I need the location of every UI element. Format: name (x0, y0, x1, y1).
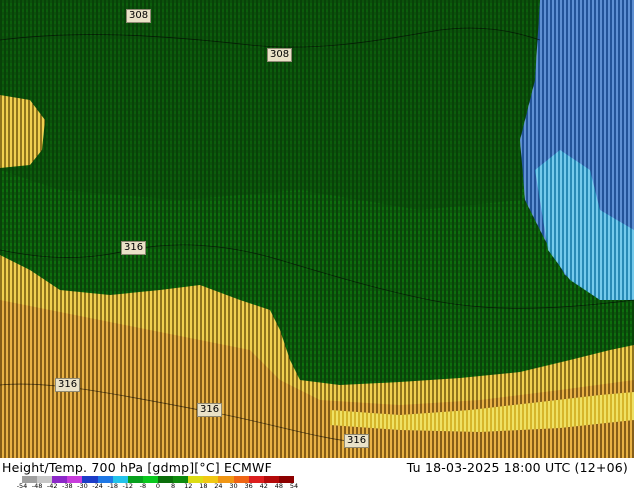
map-title: Height/Temp. 700 hPa [gdmp][°C] ECMWF (2, 460, 272, 475)
colorbar-tick-label: 24 (214, 482, 223, 490)
contour-label: 308 (126, 9, 152, 23)
contour-label: 316 (55, 378, 81, 392)
colorbar-tick-label: 36 (244, 482, 253, 490)
colorbar-tick-label: -18 (107, 482, 118, 490)
colorbar-tick-label: 0 (155, 482, 161, 490)
contour-label: 308 (267, 48, 293, 62)
colorbar-tick-label: 42 (259, 482, 268, 490)
colorbar-tick-label: -30 (77, 482, 88, 490)
colorbar-tick-label: 54 (289, 482, 299, 490)
contour-label: 316 (197, 403, 223, 417)
colorbar-tick-label: 12 (184, 482, 193, 490)
contour-label: 316 (344, 434, 370, 448)
weather-map: 308 308 316 316 316 316 (0, 0, 634, 458)
colorbar-tick-label: 8 (171, 482, 176, 490)
colorbar-tick-label: -48 (31, 482, 43, 490)
dark-green-band (0, 0, 560, 210)
colorbar-tick-label: -8 (139, 482, 147, 490)
colorbar-tick-label: 30 (229, 482, 238, 490)
colorbar-tick-label: -54 (16, 482, 28, 490)
colorbar-tick-label: -12 (122, 482, 134, 490)
colorbar-tick-label: 48 (274, 482, 284, 490)
contour-label: 316 (121, 241, 147, 255)
colorbar-tick-label: -38 (62, 482, 73, 490)
temperature-field-map (0, 0, 634, 458)
colorbar-tick-label: -24 (92, 482, 103, 490)
colorbar-tick-label: 18 (199, 482, 208, 490)
map-footer: Height/Temp. 700 hPa [gdmp][°C] ECMWF Tu… (0, 458, 634, 490)
colorbar-tick-label: -42 (46, 482, 58, 490)
valid-time: Tu 18-03-2025 18:00 UTC (12+06) (406, 460, 628, 475)
